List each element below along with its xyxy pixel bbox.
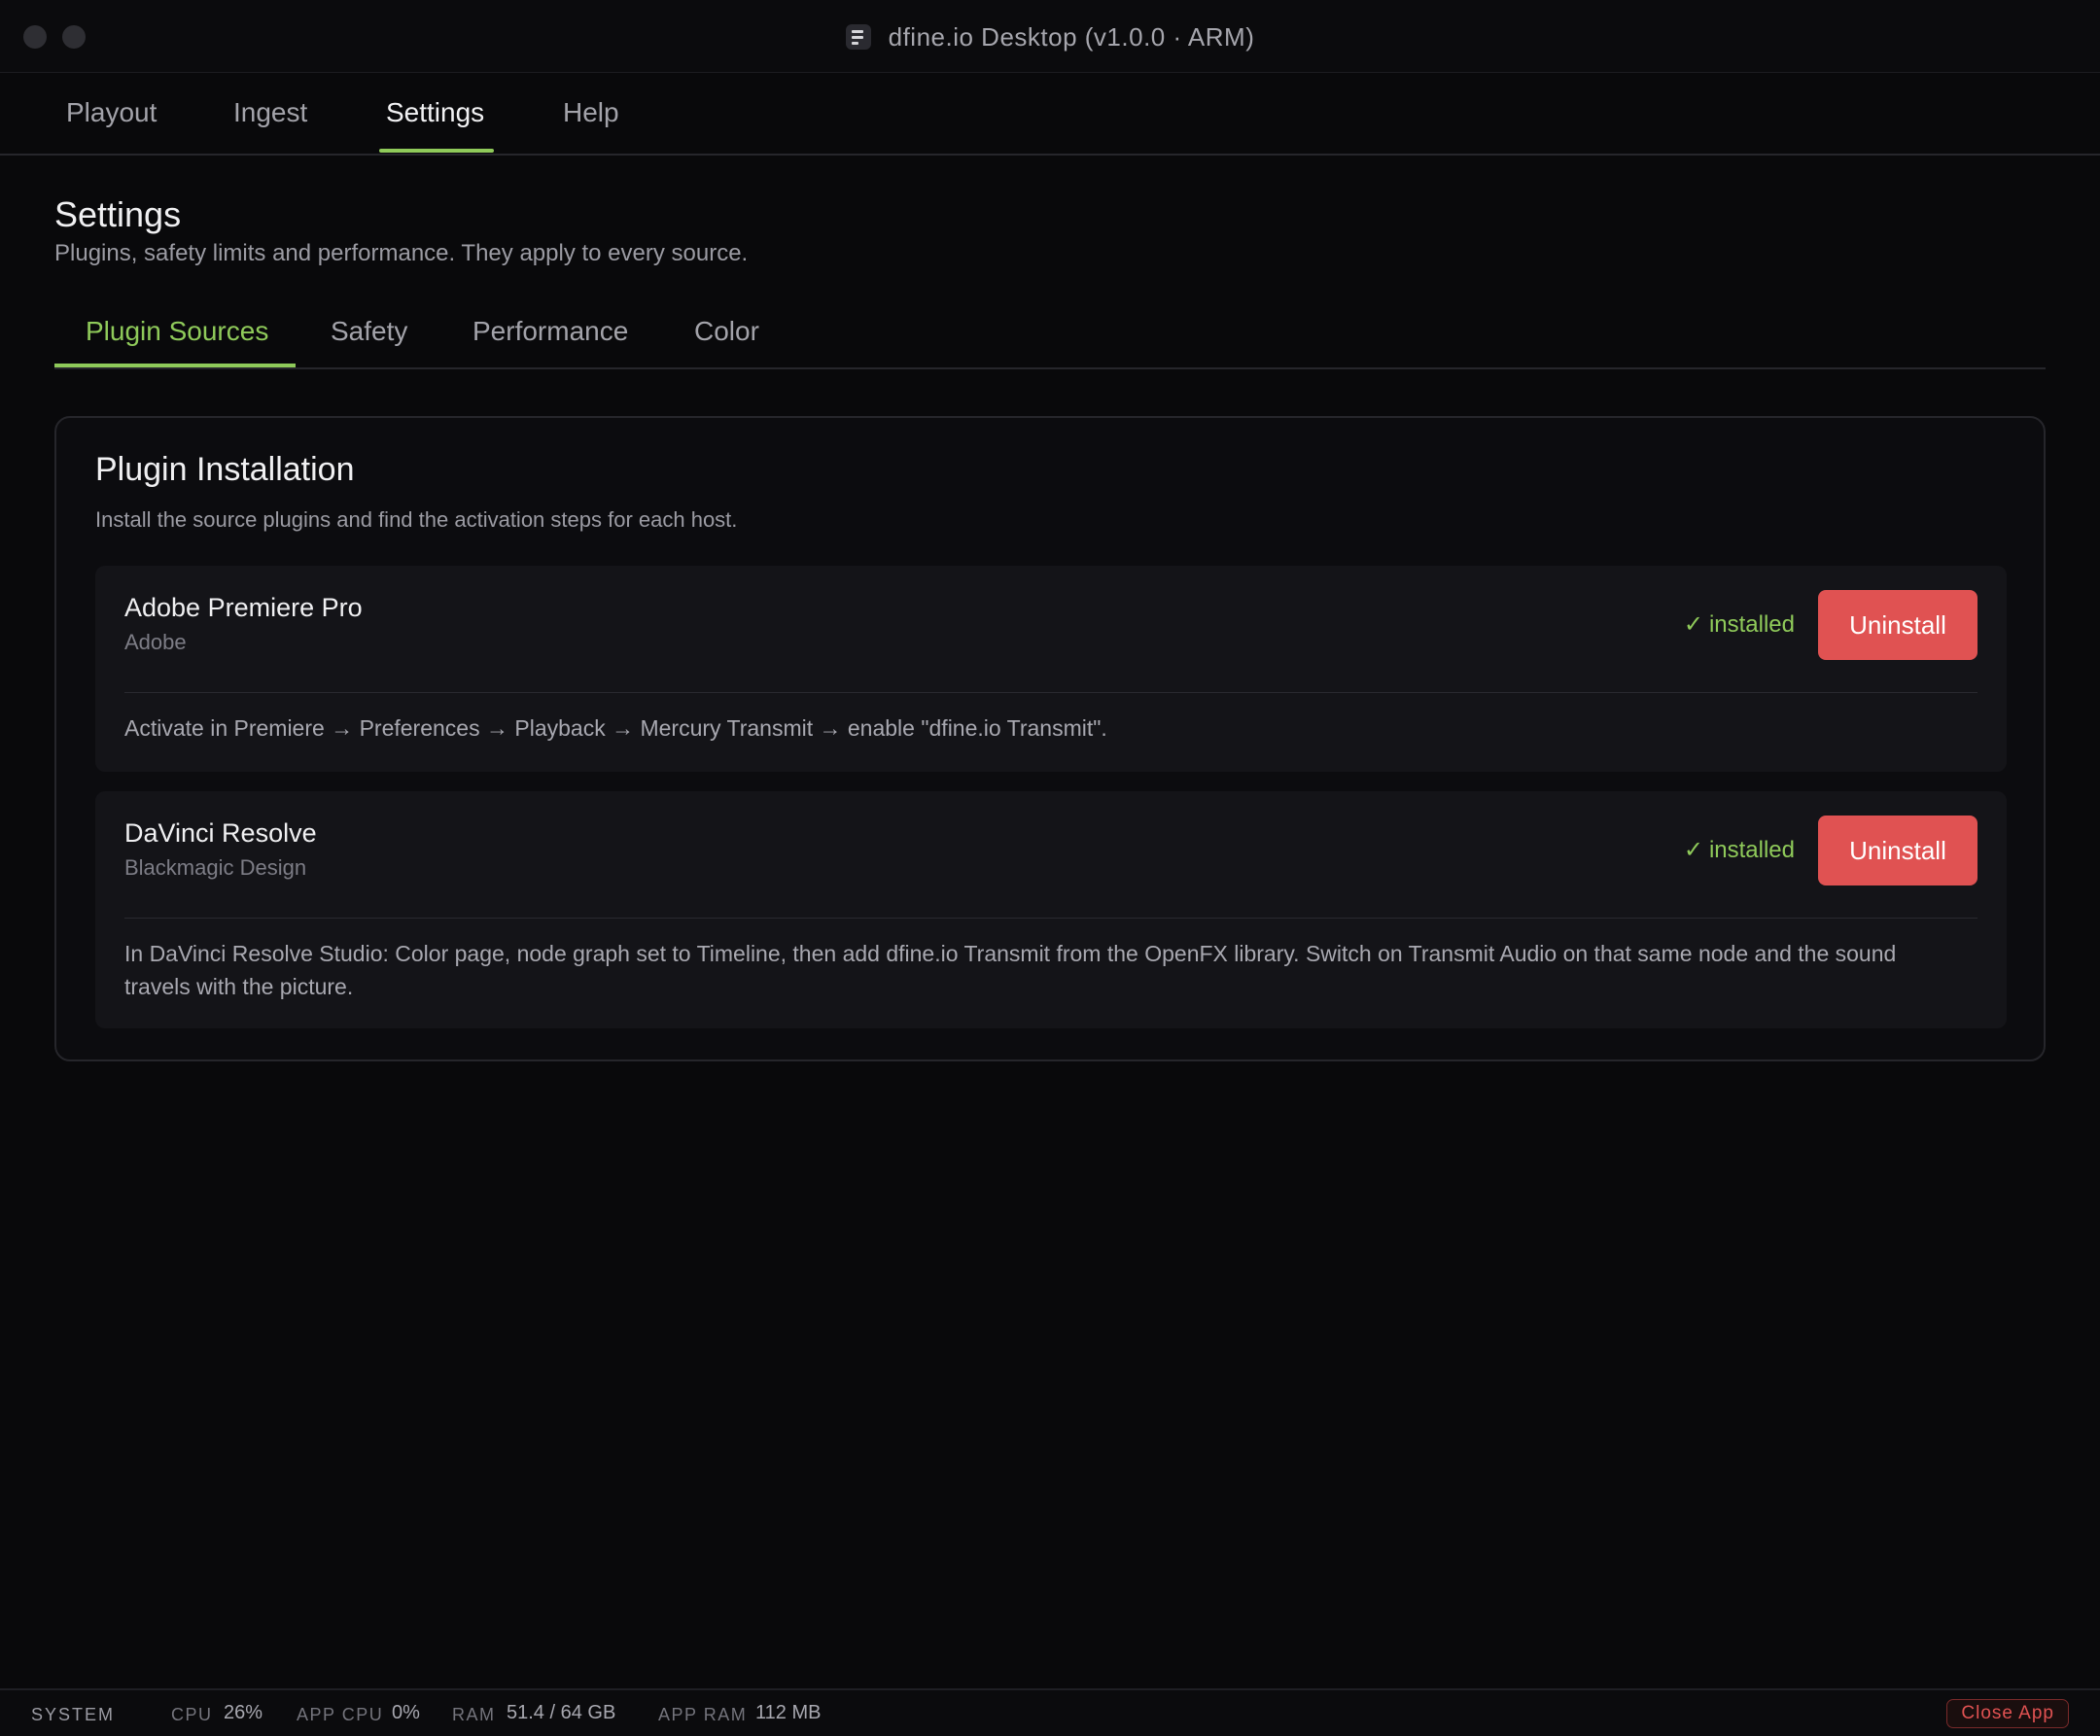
- plugin-instructions: In DaVinci Resolve Studio: Color page, n…: [124, 941, 1897, 999]
- plugin-vendor: Adobe: [124, 630, 187, 654]
- close-app-button[interactable]: Close App: [1946, 1699, 2069, 1728]
- uninstall-premiere-button[interactable]: Uninstall: [1818, 590, 1978, 660]
- app-cpu-label: APP CPU: [297, 1705, 384, 1724]
- card-divider: [124, 692, 1978, 693]
- panel-subtitle: Install the source plugins and find the …: [95, 507, 738, 532]
- subtab-safety[interactable]: Safety: [331, 316, 407, 347]
- plugin-card-resolve: DaVinci Resolve Blackmagic Design ✓ inst…: [95, 791, 2007, 1028]
- tab-ingest[interactable]: Ingest: [233, 97, 307, 128]
- window-title: dfine.io Desktop (v1.0.0 · ARM): [888, 21, 1255, 52]
- page-title: Settings: [54, 194, 182, 234]
- plugin-status-label: installed: [1708, 836, 1795, 863]
- tab-help[interactable]: Help: [563, 97, 619, 128]
- subtab-plugin-sources[interactable]: Plugin Sources: [86, 316, 268, 347]
- system-label: SYSTEM: [31, 1705, 116, 1724]
- main-tabs: Playout Ingest Settings Help: [0, 73, 2100, 156]
- checkmark-icon: ✓: [1683, 837, 1703, 863]
- tab-playout[interactable]: Playout: [66, 97, 157, 128]
- cpu-label: CPU: [171, 1705, 213, 1724]
- plugin-status: ✓ installed: [1684, 836, 1795, 864]
- plugin-installation-panel: Plugin Installation Install the source p…: [54, 416, 2046, 1061]
- status-bar: SYSTEM CPU 26% APP CPU 0% RAM 51.4 / 64 …: [0, 1688, 2100, 1736]
- panel-title: Plugin Installation: [95, 451, 355, 488]
- plugin-status-label: installed: [1708, 610, 1795, 638]
- card-divider: [124, 918, 1978, 919]
- page-subtitle: Plugins, safety limits and performance. …: [54, 240, 749, 266]
- subtab-performance[interactable]: Performance: [472, 316, 628, 347]
- plugin-instructions: Activate in Premiere → Preferences → Pla…: [124, 715, 1107, 741]
- app-cpu-value: 0%: [392, 1702, 420, 1723]
- document-lines-icon: [845, 24, 871, 50]
- ram-label: RAM: [452, 1705, 496, 1724]
- title-bar: dfine.io Desktop (v1.0.0 · ARM): [0, 0, 2100, 73]
- checkmark-icon: ✓: [1683, 611, 1703, 638]
- active-subtab-indicator: [54, 364, 296, 367]
- plugin-name: DaVinci Resolve: [124, 818, 317, 848]
- plugin-card-premiere: Adobe Premiere Pro Adobe ✓ installed Uni…: [95, 566, 2007, 772]
- ram-value: 51.4 / 64 GB: [507, 1702, 616, 1723]
- app-ram-label: APP RAM: [658, 1705, 748, 1724]
- tab-settings[interactable]: Settings: [386, 97, 484, 128]
- cpu-value: 26%: [224, 1702, 263, 1723]
- plugin-vendor: Blackmagic Design: [124, 855, 307, 880]
- plugin-name: Adobe Premiere Pro: [124, 593, 363, 622]
- uninstall-resolve-button[interactable]: Uninstall: [1818, 816, 1978, 885]
- active-tab-indicator: [379, 149, 494, 153]
- app-window: dfine.io Desktop (v1.0.0 · ARM) Playout …: [0, 0, 2100, 1736]
- plugin-status: ✓ installed: [1684, 610, 1795, 639]
- subtab-color[interactable]: Color: [694, 316, 759, 347]
- app-ram-value: 112 MB: [755, 1702, 822, 1723]
- window-title-group: dfine.io Desktop (v1.0.0 · ARM): [0, 19, 2100, 54]
- settings-subtabs: Plugin Sources Safety Performance Color: [54, 306, 2046, 369]
